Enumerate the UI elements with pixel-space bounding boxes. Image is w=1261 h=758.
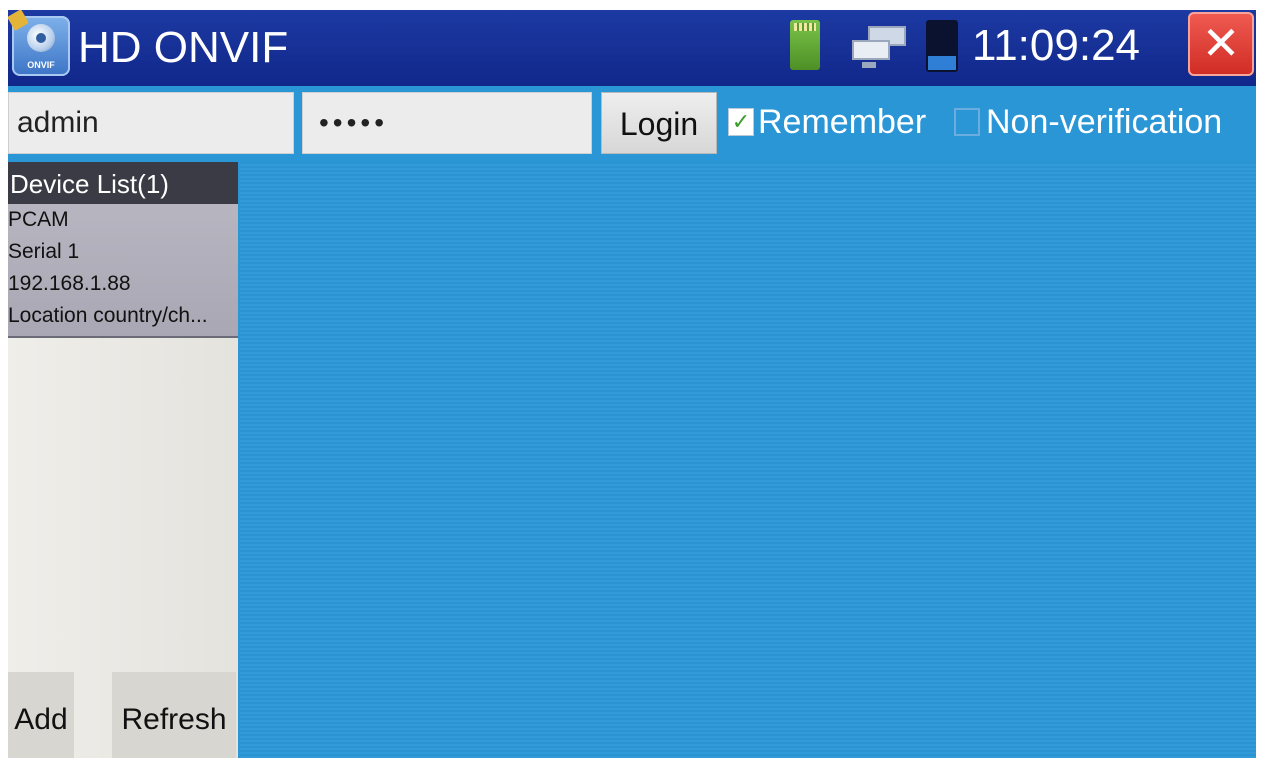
close-button[interactable]: ✕ [1188,12,1254,76]
device-view-area[interactable] [240,162,1256,758]
device-name: PCAM [8,208,69,231]
close-icon: ✕ [1201,17,1241,69]
add-device-button[interactable]: Add [8,672,74,758]
device-list-item[interactable]: PCAM Serial 1 192.168.1.88 Location coun… [8,204,238,338]
checkmark-icon: ✓ [731,109,751,134]
username-field[interactable]: admin [8,92,294,154]
clock: 11:09:24 [972,21,1141,70]
network-icon [850,26,908,70]
device-location: Location country/ch... [8,304,208,327]
non-verification-checkbox[interactable] [954,108,980,136]
non-verification-label[interactable]: Non-verification [986,98,1222,146]
remember-label[interactable]: Remember [758,98,926,146]
refresh-button[interactable]: Refresh [112,672,236,758]
battery-icon [926,20,958,72]
device-list-panel: Device List(1) PCAM Serial 1 192.168.1.8… [8,162,238,758]
password-field[interactable]: ••••• [302,92,592,154]
remember-checkbox[interactable]: ✓ [728,108,754,136]
hd-badge-icon [8,10,29,31]
device-serial: Serial 1 [8,240,80,263]
onvif-screen: ONVIF HD ONVIF 11:09:24 ✕ admin ••••• Lo… [8,10,1256,758]
device-list-header: Device List(1) [8,162,238,204]
sd-card-icon [790,20,820,70]
camera-lens-icon [27,24,55,52]
login-button[interactable]: Login [601,92,717,154]
onvif-app-icon[interactable]: ONVIF [8,10,70,76]
app-title: HD ONVIF [78,23,289,72]
title-bar: ONVIF HD ONVIF 11:09:24 ✕ [8,10,1256,86]
device-ip: 192.168.1.88 [8,272,131,295]
app-icon-label: ONVIF [27,60,55,70]
